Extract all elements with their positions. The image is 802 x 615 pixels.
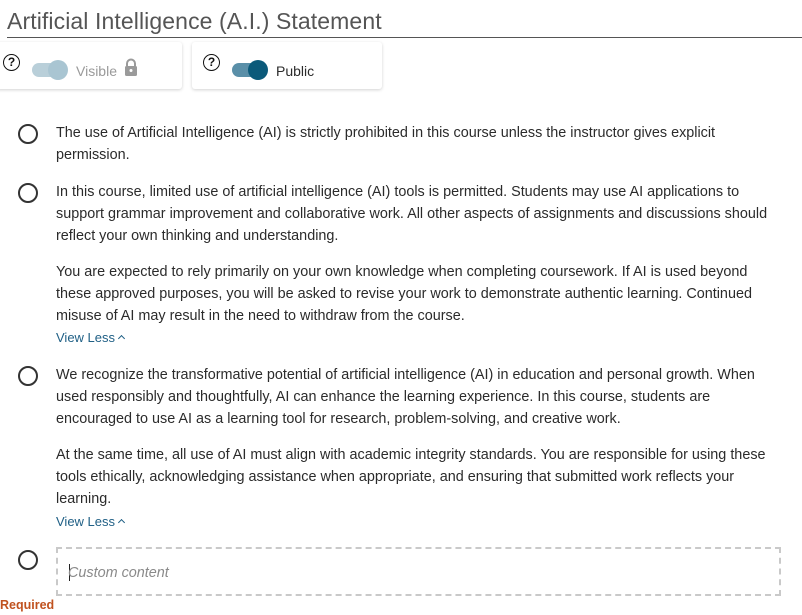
option-text-limited: In this course, limited use of artificia… [56,181,784,327]
option-paragraph: We recognize the transformative potentia… [56,367,755,427]
option-paragraph: At the same time, all use of AI must ali… [56,447,766,507]
public-toggle-switch[interactable] [232,60,268,80]
option-text-encouraged: We recognize the transformative potentia… [56,364,784,510]
view-less-label: View Less [56,330,116,345]
required-message: Required [0,598,55,612]
visible-toggle-label: Visible [76,63,117,79]
custom-content-input[interactable] [68,561,758,585]
toggle-knob [48,60,68,80]
question-circle-icon[interactable]: ? [203,54,220,71]
option-text-prohibited: The use of Artificial Intelligence (AI) … [56,122,784,166]
option-paragraph: The use of Artificial Intelligence (AI) … [56,125,716,163]
view-less-link-encouraged[interactable]: View Less [56,514,126,530]
public-toggle-label: Public [276,63,315,79]
question-circle-icon[interactable]: ? [3,54,20,71]
visible-toggle-card: ? Visible [0,42,182,89]
option-radio-prohibited[interactable] [18,124,38,144]
toggle-knob [248,60,268,80]
page-title: Artificial Intelligence (A.I.) Statement [7,8,382,34]
lock-icon [125,58,137,76]
option-paragraph: You are expected to rely primarily on yo… [56,264,752,324]
chevron-up-icon [117,334,126,343]
statement-header: Artificial Intelligence (A.I.) Statement [7,6,802,38]
option-radio-custom[interactable] [18,550,38,570]
view-less-link-limited[interactable]: View Less [56,330,126,346]
custom-content-box[interactable] [56,547,781,596]
chevron-up-icon [117,518,126,527]
option-paragraph: In this course, limited use of artificia… [56,184,768,244]
option-radio-limited[interactable] [18,183,38,203]
visible-toggle-switch [32,60,68,80]
public-toggle-card: ? Public [192,42,382,89]
option-radio-encouraged[interactable] [18,366,38,386]
view-less-label: View Less [56,514,116,529]
